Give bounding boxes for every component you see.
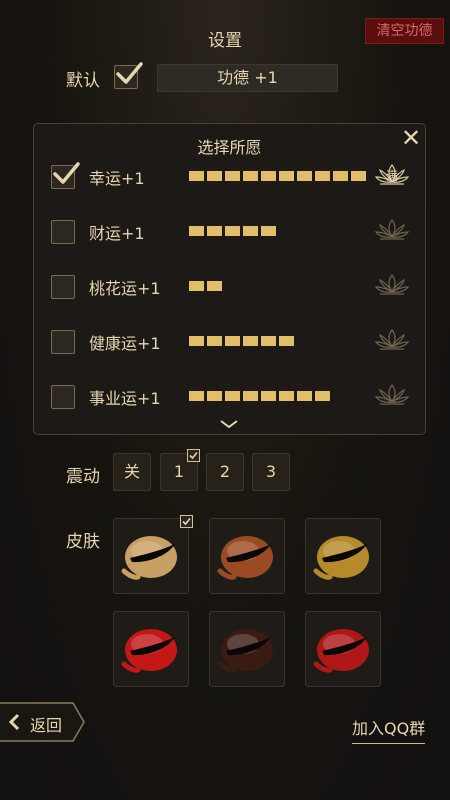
chevron-down-icon[interactable]: [219, 415, 239, 434]
progress-segment: [189, 171, 204, 181]
skin-label: 皮肤: [66, 532, 100, 552]
progress-segment: [207, 226, 222, 236]
progress-segment: [207, 281, 222, 291]
wish-checkbox[interactable]: [51, 220, 75, 244]
wooden-fish-icon: [313, 629, 369, 673]
wooden-fish-icon: [217, 536, 273, 580]
skin-option[interactable]: [113, 518, 189, 594]
merit-text-field[interactable]: 功德 +1: [157, 64, 338, 92]
wooden-fish-icon: [313, 536, 369, 580]
progress-segment: [261, 336, 276, 346]
wish-label: 桃花运+1: [89, 279, 161, 298]
progress-segment: [243, 336, 258, 346]
wish-progress-bar: [189, 171, 366, 181]
wish-item[interactable]: 健康运+1: [34, 327, 425, 357]
progress-segment: [351, 171, 366, 181]
selected-check-icon: [180, 515, 193, 528]
wish-item[interactable]: 桃花运+1: [34, 272, 425, 302]
lotus-icon: [374, 272, 410, 298]
wooden-fish-icon: [217, 629, 273, 673]
wish-progress-bar: [189, 391, 330, 401]
progress-segment: [189, 391, 204, 401]
wish-checkbox[interactable]: [51, 275, 75, 299]
wish-label: 健康运+1: [89, 334, 161, 353]
vibration-option[interactable]: 关: [113, 453, 151, 491]
lotus-icon: [374, 382, 410, 408]
progress-segment: [225, 171, 240, 181]
default-checkbox[interactable]: [114, 62, 143, 89]
check-icon: [116, 62, 143, 84]
wish-progress-bar: [189, 226, 276, 236]
lotus-icon: [374, 327, 410, 353]
wish-panel-title: 选择所愿: [197, 138, 262, 157]
clear-merit-button[interactable]: 清空功德: [365, 18, 444, 44]
progress-segment: [261, 391, 276, 401]
close-icon[interactable]: ✕: [401, 124, 421, 152]
progress-segment: [189, 226, 204, 236]
progress-segment: [243, 391, 258, 401]
progress-segment: [225, 336, 240, 346]
progress-segment: [207, 171, 222, 181]
wooden-fish-icon: [121, 536, 177, 580]
skin-option[interactable]: [305, 611, 381, 687]
skin-option[interactable]: [209, 518, 285, 594]
progress-segment: [279, 336, 294, 346]
join-qq-group-link[interactable]: 加入QQ群: [352, 715, 426, 744]
wooden-fish-icon: [121, 629, 177, 673]
wish-label: 财运+1: [89, 224, 145, 243]
progress-segment: [297, 391, 312, 401]
progress-segment: [243, 226, 258, 236]
wish-checkbox[interactable]: [51, 330, 75, 354]
back-label[interactable]: 返回: [30, 712, 62, 736]
wish-progress-bar: [189, 336, 294, 346]
wish-item[interactable]: 事业运+1: [34, 382, 425, 412]
progress-segment: [279, 171, 294, 181]
wish-checkbox[interactable]: [51, 385, 75, 409]
progress-segment: [261, 171, 276, 181]
progress-segment: [333, 171, 348, 181]
progress-segment: [243, 171, 258, 181]
lotus-icon: [374, 217, 410, 243]
wish-progress-bar: [189, 281, 222, 291]
wish-label: 事业运+1: [89, 389, 161, 408]
full-badge: 满: [386, 169, 399, 183]
progress-segment: [189, 281, 204, 291]
progress-segment: [315, 171, 330, 181]
progress-segment: [279, 391, 294, 401]
wish-label: 幸运+1: [89, 169, 145, 188]
wish-item[interactable]: 财运+1: [34, 217, 425, 247]
skin-option[interactable]: [209, 611, 285, 687]
progress-segment: [315, 391, 330, 401]
wish-checkbox[interactable]: [51, 162, 80, 189]
wish-panel: 选择所愿 ✕ 幸运+1 满财运+1 桃花运+1 健康运+1 事业运+1: [33, 123, 426, 435]
progress-segment: [225, 226, 240, 236]
check-icon: [53, 162, 80, 184]
progress-segment: [189, 336, 204, 346]
progress-segment: [297, 171, 312, 181]
default-label: 默认: [66, 71, 100, 91]
progress-segment: [225, 391, 240, 401]
progress-segment: [207, 391, 222, 401]
vibration-option[interactable]: 3: [252, 453, 290, 491]
vibration-label: 震动: [66, 467, 100, 487]
skin-option[interactable]: [113, 611, 189, 687]
selected-check-icon: [187, 449, 200, 462]
skin-option[interactable]: [305, 518, 381, 594]
wish-item[interactable]: 幸运+1 满: [34, 162, 425, 192]
progress-segment: [207, 336, 222, 346]
progress-segment: [261, 226, 276, 236]
vibration-option[interactable]: 2: [206, 453, 244, 491]
